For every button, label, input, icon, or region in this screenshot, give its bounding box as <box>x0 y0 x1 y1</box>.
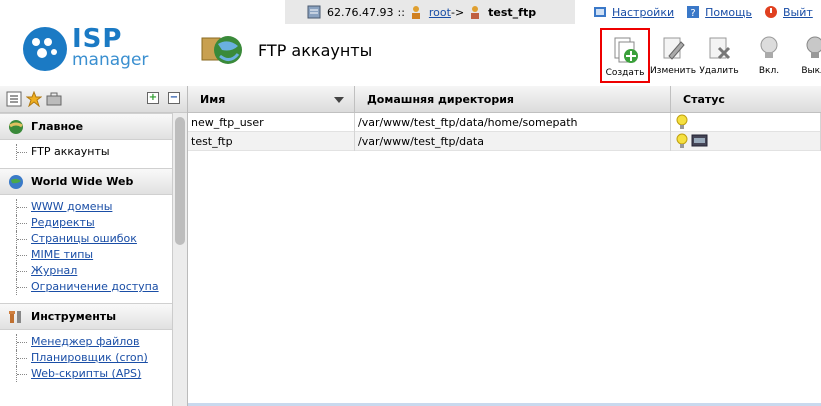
logo-manager-text: manager <box>72 50 149 70</box>
disable-button[interactable]: Выкл. <box>792 28 821 80</box>
svg-text:?: ? <box>690 8 695 19</box>
delete-label: Удалить <box>699 66 739 76</box>
sidebar-item-file-manager[interactable]: Менеджер файлов <box>16 334 172 350</box>
sidebar-menu: Главное FTP аккаунты World Wide Web WWW … <box>0 113 172 406</box>
sidebar-header: + − <box>0 86 187 113</box>
target-user-icon <box>468 5 482 19</box>
sidebar-item-log[interactable]: Журнал <box>16 263 172 279</box>
session-ip: 62.76.47.93 <box>327 5 394 19</box>
sidebar: + − Главное FTP аккаунты World Wide Web … <box>0 86 187 406</box>
table-row[interactable]: new_ftp_user /var/www/test_ftp/data/home… <box>188 112 821 132</box>
table-row[interactable]: test_ftp /var/www/test_ftp/data <box>188 131 821 151</box>
bulb-on-status-icon <box>676 133 688 148</box>
section-tools[interactable]: Инструменты <box>0 303 172 330</box>
sidebar-item-scheduler[interactable]: Планировщик (cron) <box>16 350 172 366</box>
sidebar-item-web-scripts[interactable]: Web-скрипты (APS) <box>16 366 172 382</box>
enable-button[interactable]: Вкл. <box>746 28 792 80</box>
sidebar-item-ftp-accounts[interactable]: FTP аккаунты <box>16 144 172 160</box>
section-www[interactable]: World Wide Web <box>0 168 172 195</box>
page-title: FTP аккаунты <box>258 40 373 60</box>
column-header-name[interactable]: Имя <box>188 86 355 112</box>
table-header: Имя Домашняя директория Статус <box>188 86 821 113</box>
page-header: FTP аккаунты <box>200 30 372 70</box>
help-link[interactable]: ? Помощь <box>686 5 752 19</box>
create-button[interactable]: Создать <box>600 28 650 83</box>
logo-mark-icon <box>23 27 67 71</box>
create-label: Создать <box>605 68 645 78</box>
admin-user-icon <box>409 5 423 19</box>
ftp-globe-icon <box>201 36 242 64</box>
briefcase-icon[interactable] <box>46 91 62 107</box>
www-items: WWW домены Редиректы Страницы ошибок MIM… <box>0 195 172 303</box>
sidebar-scroll-thumb[interactable] <box>175 117 185 245</box>
sidebar-item-mime-types[interactable]: MIME типы <box>16 247 172 263</box>
column-header-home-dir[interactable]: Домашняя директория <box>355 86 671 112</box>
logout-link[interactable]: Выйт <box>764 5 813 19</box>
globe-icon <box>8 174 24 190</box>
favorites-star-icon[interactable] <box>25 90 43 108</box>
session-separator: :: <box>397 5 405 19</box>
cell-status <box>671 112 821 132</box>
toolbar: Создать Изменить Удалить Вкл. Выкл. <box>600 28 821 83</box>
main-section-icon <box>8 119 24 135</box>
edit-button[interactable]: Изменить <box>650 28 696 80</box>
top-links: Настройки ? Помощь Выйт <box>587 5 819 19</box>
add-document-icon <box>614 37 638 63</box>
section-main[interactable]: Главное <box>0 113 172 140</box>
list-view-icon[interactable] <box>6 91 22 107</box>
session-arrow: -> <box>450 5 465 19</box>
enable-label: Вкл. <box>758 66 780 76</box>
cell-status <box>671 131 821 151</box>
sort-desc-icon[interactable] <box>334 97 344 103</box>
ssh-badge-icon <box>691 134 708 147</box>
session-target-user: test_ftp <box>488 5 537 19</box>
cell-name: test_ftp <box>188 131 355 151</box>
session-user-link[interactable]: root <box>429 6 451 19</box>
disable-label: Выкл. <box>801 66 821 76</box>
server-icon <box>307 5 321 19</box>
tools-items: Менеджер файлов Планировщик (cron) Web-с… <box>0 330 172 390</box>
settings-icon <box>593 5 607 19</box>
edit-document-icon <box>663 37 685 60</box>
sidebar-scrollbar[interactable] <box>172 113 187 406</box>
top-bar: 62.76.47.93 :: root -> test_ftp Настройк… <box>285 0 821 24</box>
column-header-status[interactable]: Статус <box>671 86 821 112</box>
tools-icon <box>8 309 24 325</box>
expand-all-icon[interactable]: + <box>147 92 159 104</box>
power-icon <box>764 5 778 19</box>
delete-button[interactable]: Удалить <box>696 28 742 80</box>
session-info: 62.76.47.93 :: root -> test_ftp <box>285 0 575 24</box>
bulb-on-icon <box>760 36 778 58</box>
cell-name: new_ftp_user <box>188 112 355 132</box>
main-items: FTP аккаунты <box>0 140 172 168</box>
edit-label: Изменить <box>649 66 697 76</box>
delete-document-icon <box>709 37 731 60</box>
sidebar-item-error-pages[interactable]: Страницы ошибок <box>16 231 172 247</box>
isp-manager-logo[interactable]: ISP manager <box>22 24 162 72</box>
bulb-on-status-icon <box>676 114 688 129</box>
cell-home-dir: /var/www/test_ftp/data/home/somepath <box>355 112 671 132</box>
cell-home-dir: /var/www/test_ftp/data <box>355 131 671 151</box>
help-icon: ? <box>686 5 700 19</box>
bulb-off-icon <box>806 36 821 58</box>
sidebar-item-www-domains[interactable]: WWW домены <box>16 199 172 215</box>
ftp-accounts-table: Имя Домашняя директория Статус new_ftp_u… <box>187 86 821 406</box>
settings-link[interactable]: Настройки <box>593 5 674 19</box>
sidebar-item-redirects[interactable]: Редиректы <box>16 215 172 231</box>
collapse-all-icon[interactable]: − <box>168 92 180 104</box>
sidebar-item-access-restriction[interactable]: Ограничение доступа <box>16 279 172 295</box>
